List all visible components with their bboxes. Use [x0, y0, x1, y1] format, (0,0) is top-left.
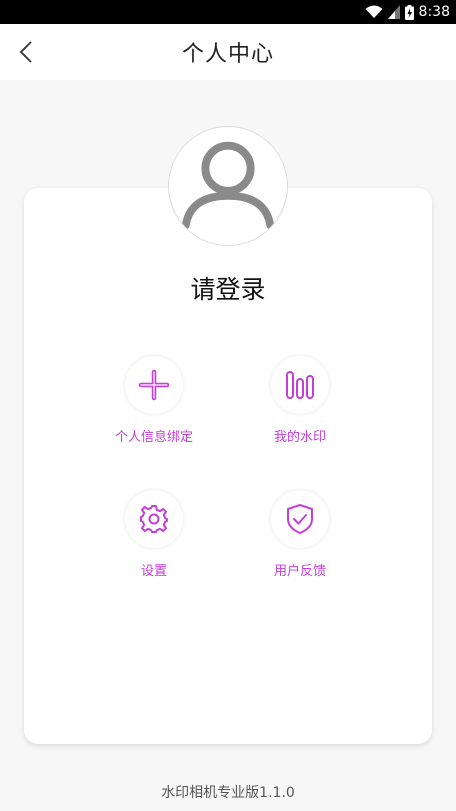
battery-icon [404, 4, 414, 20]
page-title: 个人中心 [181, 42, 274, 67]
wifi-icon [365, 5, 383, 19]
bind-info-icon-circle [125, 356, 183, 414]
menu-label-my-watermark: 我的水印 [273, 430, 326, 445]
status-time: 8:38 [418, 4, 450, 20]
menu-item-feedback[interactable]: 用户反馈 [240, 490, 360, 590]
plus-icon [138, 369, 170, 401]
my-watermark-icon-circle [271, 356, 329, 414]
shield-check-icon [287, 504, 313, 534]
menu-label-settings: 设置 [140, 564, 167, 579]
bars-icon [286, 371, 314, 399]
login-link[interactable]: 请登录 [0, 270, 456, 306]
menu-label-feedback: 用户反馈 [273, 564, 326, 579]
user-avatar-icon [181, 141, 275, 230]
status-bar: 8:38 [0, 0, 456, 24]
menu-label-bind-info: 个人信息绑定 [114, 430, 193, 445]
gear-icon [140, 505, 168, 533]
app-version: 水印相机专业版1.1.0 [161, 785, 295, 801]
settings-icon-circle [125, 490, 183, 548]
avatar[interactable] [168, 126, 288, 246]
menu-item-my-watermark[interactable]: 我的水印 [240, 356, 360, 456]
menu-item-settings[interactable]: 设置 [94, 490, 214, 590]
feedback-icon-circle [271, 490, 329, 548]
signal-icon [387, 5, 400, 19]
top-bar: 个人中心 [0, 24, 456, 80]
menu-item-bind-info[interactable]: 个人信息绑定 [94, 356, 214, 456]
